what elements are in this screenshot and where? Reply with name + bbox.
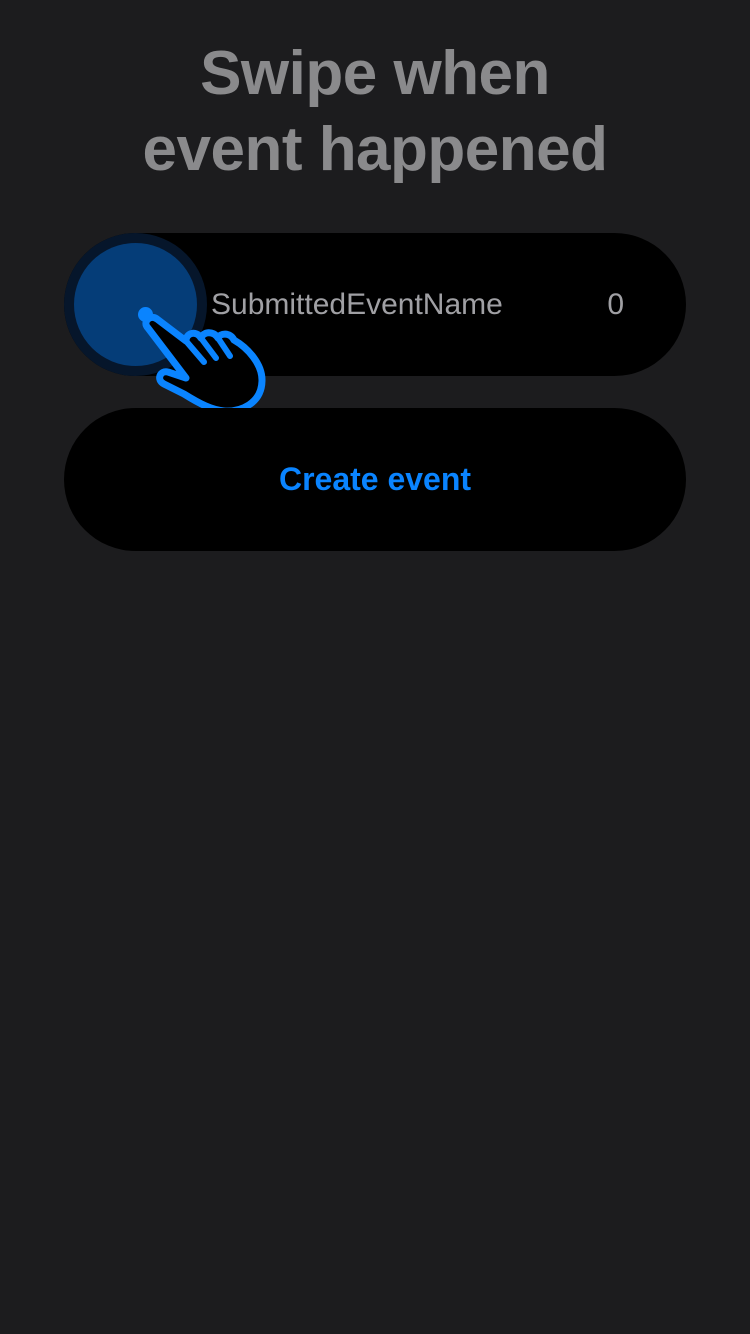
create-event-button[interactable]: Create event — [64, 408, 686, 551]
event-count: 0 — [607, 288, 624, 321]
page-title-line-2: event happened — [142, 115, 609, 184]
page-title-line-1: Swipe when — [200, 39, 550, 108]
tap-hand-icon — [142, 313, 266, 415]
page-title: Swipe when event happened — [0, 36, 750, 188]
